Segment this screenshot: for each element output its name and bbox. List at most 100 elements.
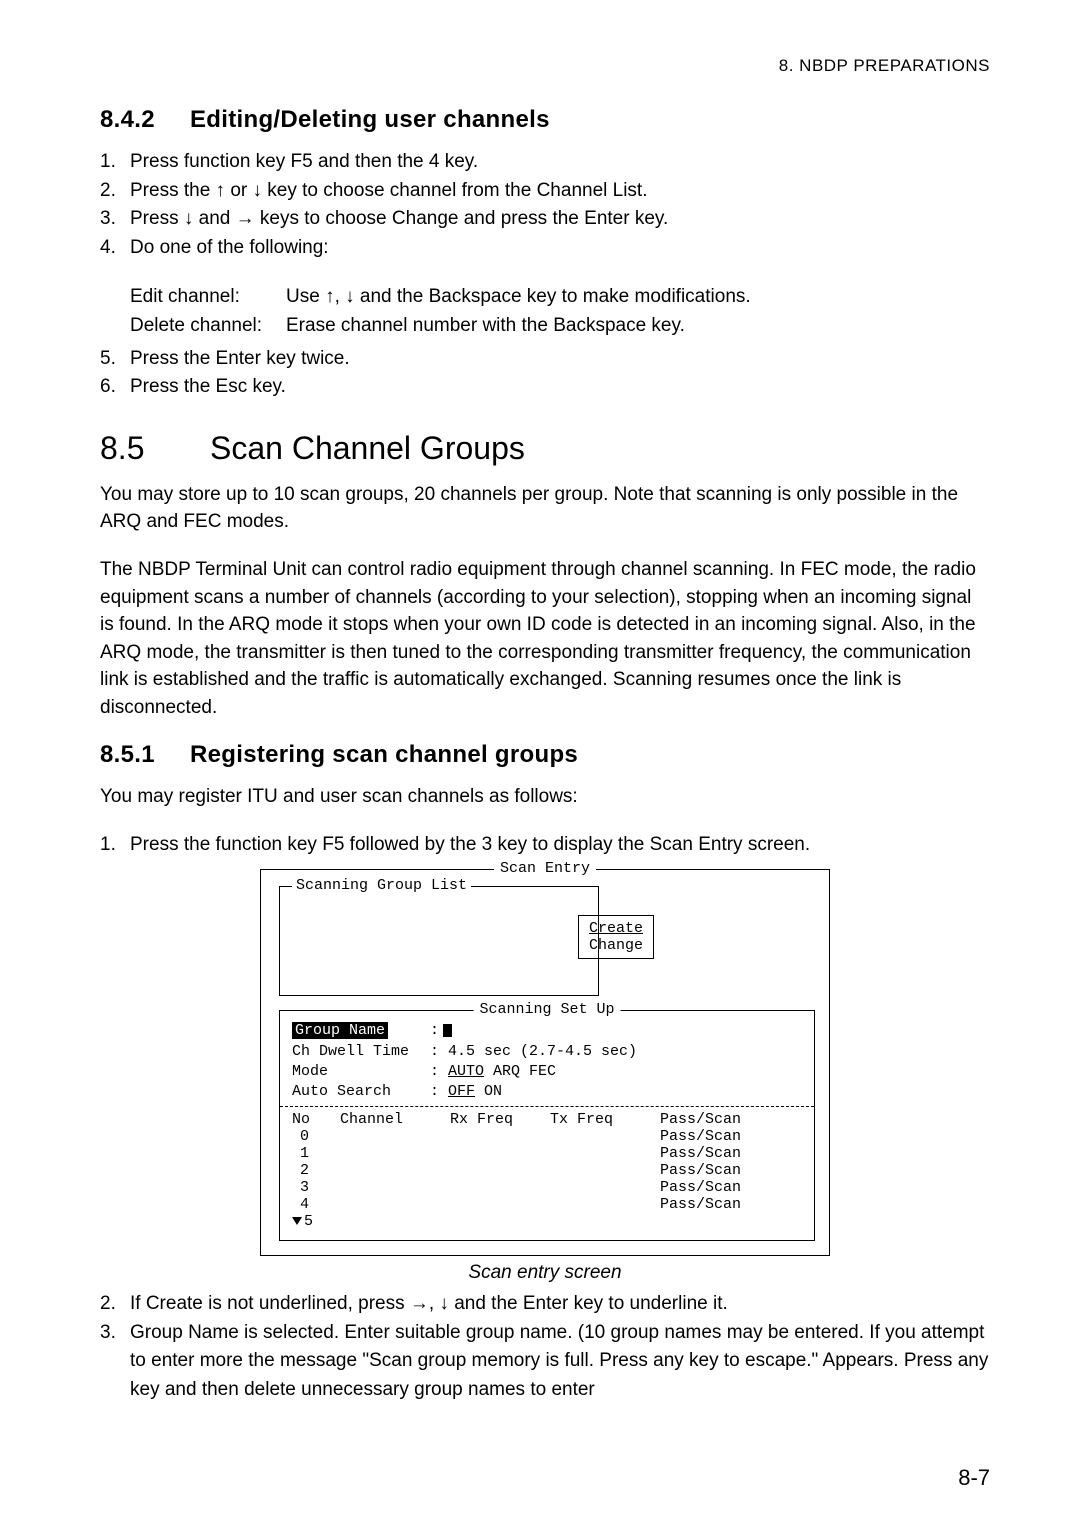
figure-caption: Scan entry screen bbox=[100, 1262, 990, 1284]
list-text: If Create is not underlined, press →, ↓ … bbox=[130, 1290, 990, 1319]
heading-851: 8.5.1Registering scan channel groups bbox=[100, 741, 990, 769]
scanning-setup-box: Scanning Set Up Group Name : Ch Dwell Ti… bbox=[279, 1010, 815, 1241]
list-num: 1. bbox=[100, 148, 130, 177]
page-header: 8. NBDP PREPARATIONS bbox=[100, 56, 990, 76]
change-option: Change bbox=[589, 937, 643, 954]
list-text: Press the Esc key. bbox=[130, 373, 990, 402]
table-row: 1 Pass/Scan bbox=[292, 1145, 802, 1162]
th-ps: Pass/Scan bbox=[660, 1111, 741, 1128]
heading-85: 8.5Scan Channel Groups bbox=[100, 430, 990, 467]
delete-channel-text: Erase channel number with the Backspace … bbox=[286, 311, 685, 340]
mode-auto: AUTO bbox=[448, 1063, 484, 1080]
step4-detail: Edit channel:Use ↑, ↓ and the Backspace … bbox=[130, 282, 990, 341]
cell-no: 2 bbox=[292, 1162, 340, 1179]
list-text: Press the function key F5 followed by th… bbox=[130, 831, 990, 860]
dwell-time-value: : 4.5 sec (2.7-4.5 sec) bbox=[430, 1042, 637, 1062]
scan-entry-screen: Scan Entry Scanning Group List Create Ch… bbox=[260, 869, 830, 1256]
table-header: No Channel Rx Freq Tx Freq Pass/Scan bbox=[292, 1111, 802, 1128]
table-row: 3 Pass/Scan bbox=[292, 1179, 802, 1196]
th-no: No bbox=[292, 1111, 340, 1128]
heading-851-title: Registering scan channel groups bbox=[190, 741, 578, 768]
cell-ps: Pass/Scan bbox=[660, 1145, 741, 1162]
create-change-box: Create Change bbox=[578, 915, 654, 959]
heading-851-num: 8.5.1 bbox=[100, 741, 190, 769]
autosearch-rest: ON bbox=[475, 1083, 502, 1100]
scanning-group-list-box: Scanning Group List Create Change bbox=[279, 886, 599, 996]
mode-colon: : bbox=[430, 1063, 448, 1080]
list-851: 1.Press the function key F5 followed by … bbox=[100, 831, 990, 860]
th-tx: Tx Freq bbox=[550, 1111, 660, 1128]
cell-no: 3 bbox=[292, 1179, 340, 1196]
scanning-setup-title: Scanning Set Up bbox=[473, 1001, 620, 1018]
dwell-time-label: Ch Dwell Time bbox=[292, 1042, 430, 1062]
table-row: 2 Pass/Scan bbox=[292, 1162, 802, 1179]
list-text: Press the Enter key twice. bbox=[130, 345, 990, 374]
list-item: 3.Press ↓ and → keys to choose Change an… bbox=[100, 205, 990, 234]
list-text: Group Name is selected. Enter suitable g… bbox=[130, 1319, 990, 1405]
create-option: Create bbox=[589, 920, 643, 937]
list-item: 2.Press the ↑ or ↓ key to choose channel… bbox=[100, 177, 990, 206]
list-item: 3.Group Name is selected. Enter suitable… bbox=[100, 1319, 990, 1405]
list-text: Do one of the following: bbox=[130, 234, 990, 263]
group-name-value: : bbox=[430, 1021, 452, 1041]
autosearch-colon: : bbox=[430, 1083, 448, 1100]
para-851-intro: You may register ITU and user scan chann… bbox=[100, 783, 990, 811]
cursor-icon bbox=[443, 1024, 452, 1037]
table-row-more: 5 bbox=[292, 1213, 802, 1230]
para-85-1: You may store up to 10 scan groups, 20 c… bbox=[100, 481, 990, 536]
th-channel: Channel bbox=[340, 1111, 450, 1128]
list-num: 2. bbox=[100, 1290, 130, 1319]
list-num: 2. bbox=[100, 177, 130, 206]
list-num: 3. bbox=[100, 205, 130, 234]
list-num: 5. bbox=[100, 345, 130, 374]
list-item: 1.Press the function key F5 followed by … bbox=[100, 831, 990, 860]
para-85-2: The NBDP Terminal Unit can control radio… bbox=[100, 556, 990, 721]
list-851b: 2.If Create is not underlined, press →, … bbox=[100, 1290, 990, 1404]
scan-entry-title: Scan Entry bbox=[494, 860, 596, 877]
heading-842: 8.4.2Editing/Deleting user channels bbox=[100, 106, 990, 134]
autosearch-label: Auto Search bbox=[292, 1082, 430, 1102]
table-row: 0 Pass/Scan bbox=[292, 1128, 802, 1145]
page-number: 8-7 bbox=[958, 1465, 990, 1491]
list-num: 1. bbox=[100, 831, 130, 860]
mode-value: : AUTO ARQ FEC bbox=[430, 1062, 556, 1082]
cell-no: 5 bbox=[304, 1213, 313, 1230]
cell-no: 0 bbox=[292, 1128, 340, 1145]
list-item: 5.Press the Enter key twice. bbox=[100, 345, 990, 374]
list-num: 3. bbox=[100, 1319, 130, 1405]
cell-no: 1 bbox=[292, 1145, 340, 1162]
cell-ps: Pass/Scan bbox=[660, 1179, 741, 1196]
th-rx: Rx Freq bbox=[450, 1111, 550, 1128]
cell-ps: Pass/Scan bbox=[660, 1196, 741, 1213]
cell-ps: Pass/Scan bbox=[660, 1128, 741, 1145]
list-num: 4. bbox=[100, 234, 130, 263]
list-text: Press ↓ and → keys to choose Change and … bbox=[130, 205, 990, 234]
delete-channel-label: Delete channel: bbox=[130, 311, 286, 340]
heading-842-title: Editing/Deleting user channels bbox=[190, 106, 550, 133]
list-item: 4.Do one of the following: bbox=[100, 234, 990, 263]
autosearch-value: : OFF ON bbox=[430, 1082, 502, 1102]
list-842b: 5.Press the Enter key twice. 6.Press the… bbox=[100, 345, 990, 402]
list-item: 6.Press the Esc key. bbox=[100, 373, 990, 402]
mode-label: Mode bbox=[292, 1062, 430, 1082]
edit-channel-label: Edit channel: bbox=[130, 282, 286, 311]
cell-ps: Pass/Scan bbox=[660, 1162, 741, 1179]
cell-no: 4 bbox=[292, 1196, 340, 1213]
edit-channel-text: Use ↑, ↓ and the Backspace key to make m… bbox=[286, 282, 751, 311]
group-name-label: Group Name bbox=[292, 1022, 388, 1039]
list-text: Press the ↑ or ↓ key to choose channel f… bbox=[130, 177, 990, 206]
list-num: 6. bbox=[100, 373, 130, 402]
scanning-group-list-title: Scanning Group List bbox=[292, 877, 471, 894]
list-item: 2.If Create is not underlined, press →, … bbox=[100, 1290, 990, 1319]
list-text: Press function key F5 and then the 4 key… bbox=[130, 148, 990, 177]
heading-85-title: Scan Channel Groups bbox=[210, 430, 525, 466]
mode-rest: ARQ FEC bbox=[484, 1063, 556, 1080]
list-item: 1.Press function key F5 and then the 4 k… bbox=[100, 148, 990, 177]
list-842: 1.Press function key F5 and then the 4 k… bbox=[100, 148, 990, 262]
dashed-separator bbox=[280, 1106, 814, 1107]
triangle-down-icon bbox=[292, 1217, 302, 1225]
autosearch-off: OFF bbox=[448, 1083, 475, 1100]
table-row: 4 Pass/Scan bbox=[292, 1196, 802, 1213]
heading-85-num: 8.5 bbox=[100, 430, 210, 467]
heading-842-num: 8.4.2 bbox=[100, 106, 190, 134]
